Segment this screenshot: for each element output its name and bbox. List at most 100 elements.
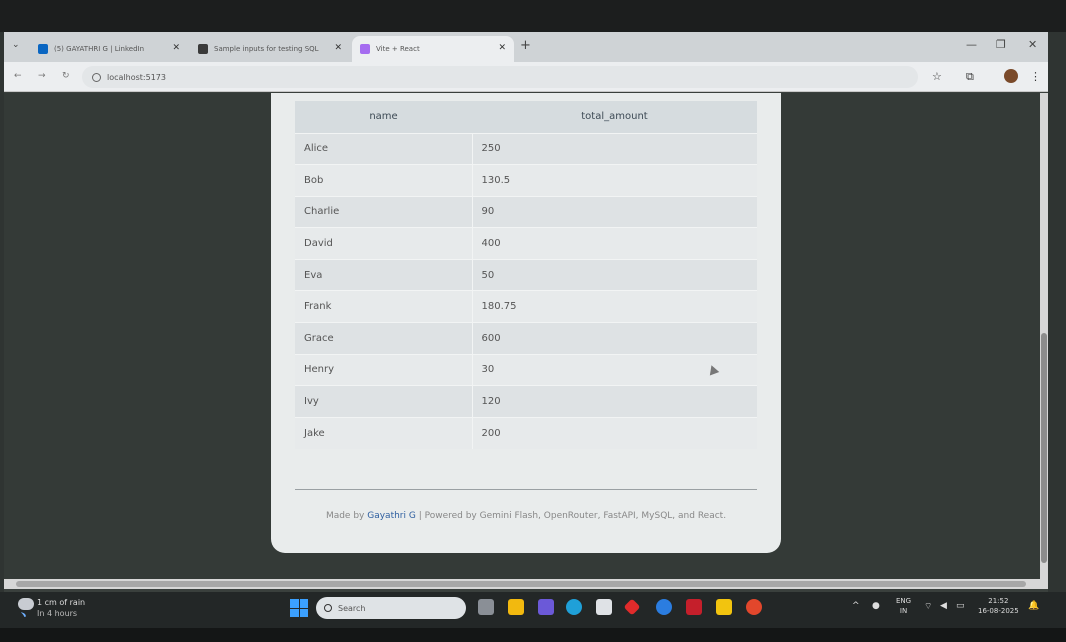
- column-header-total-amount: total_amount: [472, 101, 757, 133]
- search-placeholder: Search: [338, 603, 366, 613]
- taskbar-search[interactable]: Search: [316, 597, 466, 619]
- copilot-icon[interactable]: [538, 599, 554, 615]
- tab-label: Vite + React: [376, 45, 420, 53]
- cell-name: Frank: [295, 290, 473, 323]
- clock[interactable]: 21:52 16-08-2025: [978, 596, 1019, 616]
- cell-name: Henry: [295, 353, 473, 386]
- clock-time: 21:52: [988, 597, 1009, 605]
- tab-label: (5) GAYATHRI G | LinkedIn: [54, 45, 145, 53]
- store-icon[interactable]: [596, 599, 612, 615]
- column-header-name: name: [295, 101, 472, 133]
- battery-icon[interactable]: ▭: [956, 601, 965, 611]
- cell-name: Grace: [295, 322, 473, 355]
- rain-cloud-icon[interactable]: [18, 598, 34, 610]
- horizontal-scrollbar[interactable]: [4, 579, 1048, 589]
- tab-label: Sample inputs for testing SQL: [214, 45, 319, 53]
- address-bar[interactable]: localhost:5173: [82, 66, 918, 88]
- tray-app-icon[interactable]: ●: [872, 601, 880, 611]
- table-row: Alice 250: [295, 132, 757, 165]
- volume-icon[interactable]: ◀: [940, 601, 947, 611]
- cell-total-amount: 90: [472, 195, 757, 228]
- table-row: Bob 130.5: [295, 164, 757, 197]
- table-header-row: name total_amount: [295, 101, 757, 133]
- cell-name: Ivy: [295, 385, 473, 418]
- close-window-button[interactable]: ✕: [1028, 38, 1037, 51]
- windows-taskbar: ﹅ 1 cm of rain In 4 hours Search ^ ● ENG…: [0, 592, 1066, 628]
- browser-window: ⌄ (5) GAYATHRI G | LinkedIn ✕ Sample inp…: [4, 32, 1048, 592]
- forward-icon[interactable]: →: [38, 71, 46, 81]
- scrollbar-thumb[interactable]: [1041, 333, 1047, 563]
- close-tab-icon[interactable]: ✕: [498, 43, 506, 53]
- bookmark-star-icon[interactable]: ☆: [932, 70, 942, 83]
- cell-name: Bob: [295, 164, 473, 197]
- app-card: name total_amount Alice 250 Bob 130.5 Ch…: [271, 93, 781, 553]
- address-text: localhost:5173: [107, 72, 166, 82]
- table-row: Eva 50: [295, 258, 757, 291]
- cell-total-amount: 600: [472, 322, 757, 355]
- openai-icon: [198, 44, 208, 54]
- tab-vite-react[interactable]: Vite + React ✕: [352, 36, 514, 62]
- table-row: Ivy 120: [295, 385, 757, 418]
- file-explorer-icon[interactable]: [508, 599, 524, 615]
- cell-name: Jake: [295, 416, 473, 449]
- footer-divider: [295, 489, 757, 490]
- close-tab-icon[interactable]: ✕: [172, 43, 180, 53]
- help-icon[interactable]: [656, 599, 672, 615]
- mcafee-icon[interactable]: [686, 599, 702, 615]
- rain-drops-icon: ﹅: [20, 611, 27, 619]
- tab-sample-inputs[interactable]: Sample inputs for testing SQL ✕: [190, 36, 350, 62]
- site-info-icon[interactable]: [92, 72, 101, 82]
- tab-strip: ⌄ (5) GAYATHRI G | LinkedIn ✕ Sample inp…: [4, 32, 1048, 62]
- footer-powered-by: | Powered by Gemini Flash, OpenRouter, F…: [415, 511, 727, 521]
- profile-avatar[interactable]: [1004, 69, 1018, 83]
- footer-author-link[interactable]: Gayathri G: [367, 511, 416, 521]
- restore-button[interactable]: ❐: [996, 38, 1006, 51]
- start-button[interactable]: [290, 599, 308, 617]
- table-row: Charlie 90: [295, 195, 757, 228]
- cell-name: David: [295, 227, 473, 260]
- reload-icon[interactable]: ↻: [62, 71, 70, 81]
- monitor-bezel-bottom: [0, 628, 1066, 642]
- app-diamond-icon[interactable]: [623, 598, 641, 616]
- tab-linkedin[interactable]: (5) GAYATHRI G | LinkedIn ✕: [30, 36, 188, 62]
- task-view-icon[interactable]: [478, 599, 494, 615]
- notifications-icon[interactable]: 🔔: [1028, 601, 1039, 611]
- edge-icon[interactable]: [566, 599, 582, 615]
- cell-total-amount: 400: [472, 227, 757, 260]
- cell-total-amount: 250: [472, 132, 757, 165]
- cell-name: Eva: [295, 258, 473, 291]
- table-row: Grace 600: [295, 322, 757, 355]
- linkedin-icon: [38, 44, 48, 54]
- cell-total-amount: 120: [472, 385, 757, 418]
- cell-total-amount: 130.5: [472, 164, 757, 197]
- tab-search-chevron-icon[interactable]: ⌄: [12, 40, 20, 50]
- clock-date: 16-08-2025: [978, 607, 1019, 615]
- snipping-tool-icon[interactable]: [716, 599, 732, 615]
- language-indicator[interactable]: ENG IN: [896, 596, 911, 616]
- weather-text[interactable]: 1 cm of rain: [37, 598, 85, 607]
- show-hidden-icons-chevron-icon[interactable]: ^: [852, 601, 860, 611]
- weather-subtext[interactable]: In 4 hours: [37, 609, 77, 618]
- new-tab-button[interactable]: +: [520, 38, 531, 53]
- menu-kebab-icon[interactable]: ⋮: [1030, 70, 1041, 83]
- search-icon: [324, 604, 332, 612]
- page-viewport: name total_amount Alice 250 Bob 130.5 Ch…: [4, 93, 1040, 579]
- footer-made-by: Made by: [325, 511, 368, 521]
- scrollbar-thumb[interactable]: [16, 581, 1026, 587]
- vertical-scrollbar[interactable]: [1040, 93, 1048, 579]
- back-icon[interactable]: ←: [14, 71, 22, 81]
- results-table: name total_amount Alice 250 Bob 130.5 Ch…: [295, 101, 757, 449]
- chrome-icon[interactable]: [746, 599, 762, 615]
- cell-total-amount: 50: [472, 258, 757, 291]
- minimize-button[interactable]: —: [966, 38, 977, 51]
- table-row: Henry 30: [295, 353, 757, 386]
- extensions-icon[interactable]: ⧉: [966, 70, 974, 84]
- browser-toolbar: ← → ↻ localhost:5173 ☆ ⧉ ⋮: [4, 62, 1048, 92]
- monitor-bezel-top: [0, 0, 1066, 32]
- footer-credits: Made by Gayathri G | Powered by Gemini F…: [271, 511, 781, 521]
- cell-total-amount: 200: [472, 416, 757, 449]
- cell-total-amount: 180.75: [472, 290, 757, 323]
- wifi-icon[interactable]: ⌔: [924, 601, 932, 612]
- table-row: Frank 180.75: [295, 290, 757, 323]
- close-tab-icon[interactable]: ✕: [334, 43, 342, 53]
